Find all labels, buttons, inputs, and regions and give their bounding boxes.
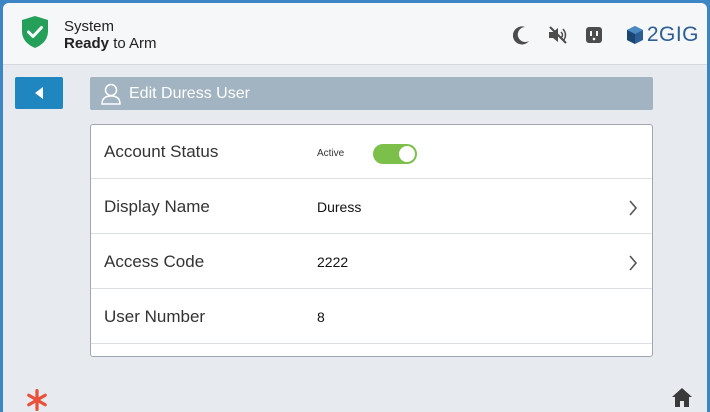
- moon-icon[interactable]: [512, 25, 531, 45]
- access-code-label: Access Code: [104, 252, 205, 271]
- home-icon[interactable]: [671, 386, 693, 412]
- display-name-value: Duress: [317, 199, 362, 215]
- user-icon: [101, 83, 121, 105]
- back-button[interactable]: [15, 77, 63, 109]
- page-title-bar: Edit Duress User: [90, 77, 653, 110]
- display-name-label: Display Name: [104, 197, 210, 216]
- user-number-label: User Number: [104, 307, 206, 326]
- status-line-1: System: [64, 18, 115, 35]
- status-bar: System Ready to Arm 2GIG: [3, 3, 707, 65]
- status-to-arm: to Arm: [109, 35, 157, 52]
- outlet-icon[interactable]: [585, 26, 603, 44]
- status-ready: Ready: [64, 35, 110, 52]
- account-status-toggle[interactable]: [373, 144, 417, 164]
- system-status: System Ready to Arm: [64, 18, 157, 52]
- muted-speaker-icon[interactable]: [547, 25, 569, 45]
- asterisk-icon[interactable]: [26, 388, 48, 412]
- user-number-row: User Number 8: [91, 290, 652, 344]
- brand-name: 2GIG: [646, 23, 699, 46]
- display-name-row[interactable]: Display Name Duress: [91, 180, 652, 234]
- shield-check-icon: [20, 15, 50, 49]
- brand-logo: 2GIG: [625, 23, 699, 47]
- page-title: Edit Duress User: [129, 84, 250, 102]
- access-code-value: 2222: [317, 254, 349, 270]
- brand-cube-icon: [626, 26, 643, 44]
- access-code-row[interactable]: Access Code 2222: [91, 235, 652, 289]
- chevron-right-icon: [628, 254, 638, 277]
- back-arrow-icon: [35, 87, 43, 99]
- account-status-label: Account Status: [104, 142, 219, 161]
- user-settings-card: Account Status Active Display Name Dures…: [90, 124, 653, 357]
- chevron-right-icon: [628, 199, 638, 222]
- user-number-value: 8: [317, 309, 325, 325]
- account-status-row: Account Status Active: [91, 125, 652, 179]
- panel-frame: System Ready to Arm 2GIG Edit Duress Use…: [3, 3, 707, 412]
- account-status-value: Active: [317, 148, 345, 159]
